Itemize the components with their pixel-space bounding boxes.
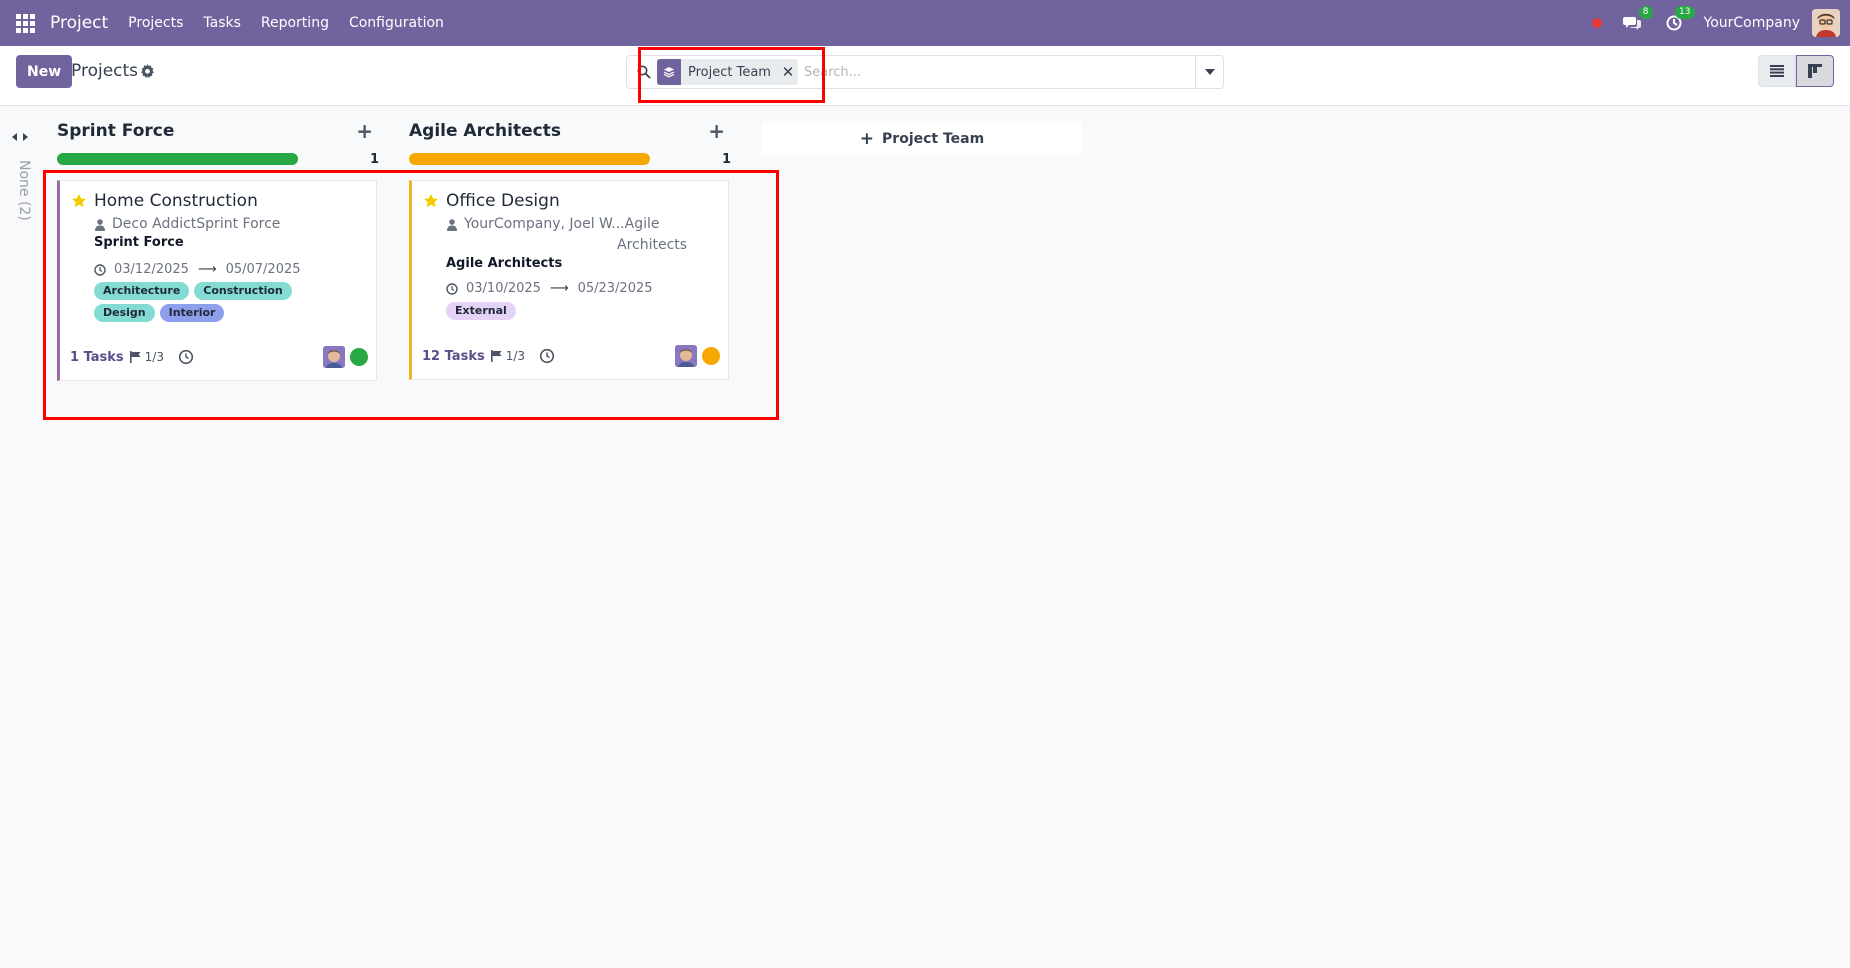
activities-badge: 13 bbox=[1675, 6, 1695, 19]
column-title[interactable]: Agile Architects bbox=[409, 121, 561, 141]
column-title[interactable]: Sprint Force bbox=[57, 121, 174, 141]
menu-reporting[interactable]: Reporting bbox=[261, 15, 329, 31]
caret-down-icon bbox=[1204, 69, 1215, 75]
list-view-button[interactable] bbox=[1758, 55, 1796, 87]
search-options-toggle[interactable] bbox=[1195, 56, 1223, 88]
column-count: 1 bbox=[721, 152, 731, 167]
kanban-icon bbox=[1808, 64, 1822, 78]
view-switcher bbox=[1758, 55, 1834, 87]
progress-bar-fill[interactable] bbox=[57, 153, 298, 165]
gear-icon[interactable] bbox=[140, 64, 155, 79]
menu-configuration[interactable]: Configuration bbox=[349, 15, 444, 31]
apps-grid-icon bbox=[15, 13, 35, 33]
highlight-box-search-facet bbox=[638, 47, 825, 103]
company-switcher[interactable]: YourCompany bbox=[1704, 15, 1801, 31]
messaging-button[interactable]: 8 bbox=[1620, 6, 1653, 35]
kanban-column-sprint-force: Sprint Force + 1 Home Construction Deco … bbox=[57, 118, 379, 381]
add-column-button[interactable]: + Project Team bbox=[762, 123, 1082, 155]
fold-toggle-icon[interactable] bbox=[12, 131, 28, 143]
new-button[interactable]: New bbox=[16, 55, 73, 88]
control-panel: New Projects Project Team ✕ bbox=[0, 46, 1850, 106]
search-input[interactable] bbox=[803, 57, 1195, 87]
app-menu-button[interactable] bbox=[0, 0, 50, 46]
app-name[interactable]: Project bbox=[50, 13, 108, 33]
main-menu: Projects Tasks Reporting Configuration bbox=[128, 15, 464, 31]
messages-badge: 8 bbox=[1638, 6, 1653, 19]
quick-create-plus-icon[interactable]: + bbox=[708, 119, 725, 143]
chat-icon bbox=[1622, 17, 1641, 30]
activities-button[interactable]: 13 bbox=[1662, 6, 1695, 35]
kanban-column-agile-architects: Agile Architects + 1 Office Design YourC… bbox=[409, 118, 731, 380]
recording-indicator-icon[interactable] bbox=[1591, 18, 1602, 28]
user-avatar[interactable] bbox=[1812, 9, 1840, 37]
column-header: Sprint Force + bbox=[57, 118, 379, 144]
quick-create-plus-icon[interactable]: + bbox=[356, 119, 373, 143]
list-icon bbox=[1770, 65, 1784, 77]
plus-icon: + bbox=[859, 129, 875, 149]
highlight-box-cards bbox=[43, 170, 779, 420]
kanban-view-button[interactable] bbox=[1796, 55, 1834, 87]
menu-tasks[interactable]: Tasks bbox=[203, 15, 241, 31]
breadcrumb: Projects bbox=[71, 61, 139, 81]
add-column-label: Project Team bbox=[882, 131, 985, 147]
folded-column-none[interactable]: None (2) bbox=[2, 160, 32, 230]
navbar-systray: 8 13 YourCompany bbox=[1591, 0, 1850, 46]
column-count: 1 bbox=[369, 152, 379, 167]
user-avatar-icon bbox=[1812, 9, 1840, 37]
menu-projects[interactable]: Projects bbox=[128, 15, 183, 31]
column-header: Agile Architects + bbox=[409, 118, 731, 144]
progress-bar-fill[interactable] bbox=[409, 153, 650, 165]
top-navbar: Project Projects Tasks Reporting Configu… bbox=[0, 0, 1850, 46]
